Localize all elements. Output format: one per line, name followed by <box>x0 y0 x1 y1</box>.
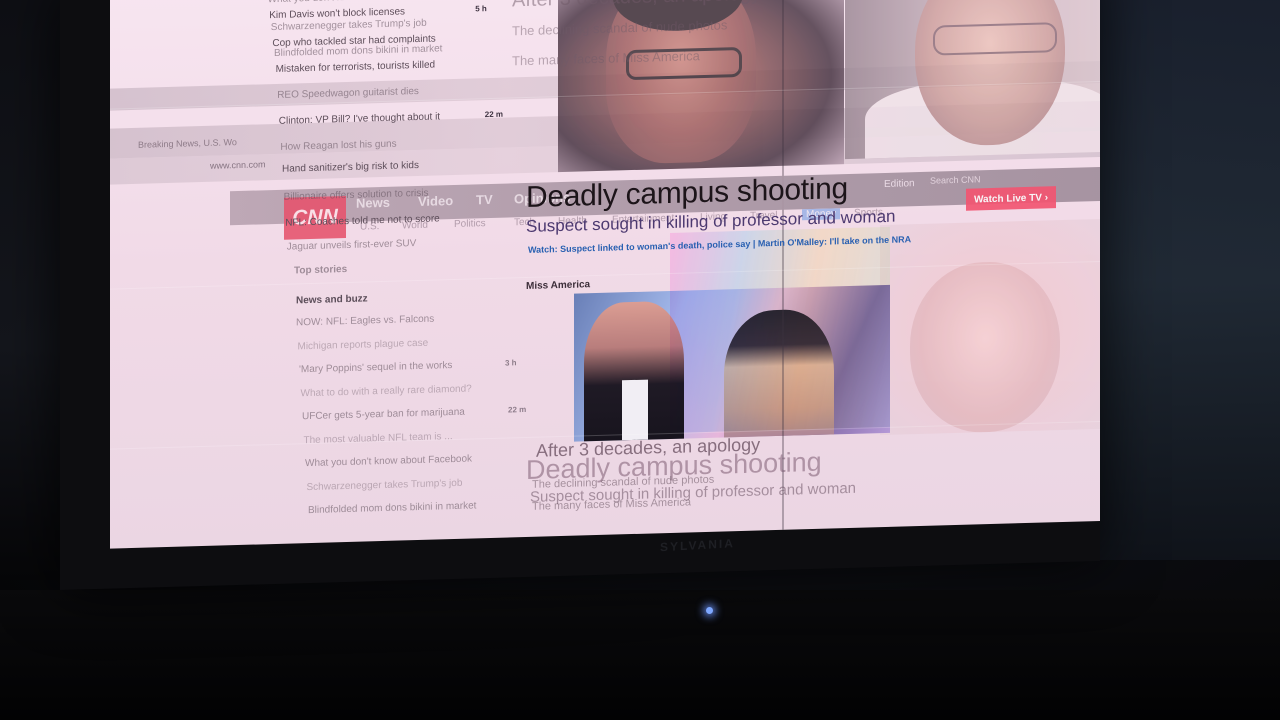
desk-surface <box>0 590 1280 720</box>
sidebar-item-label: What to do with a really rare diamond? <box>300 383 472 399</box>
sidebar-item-label: Michigan reports plague case <box>297 337 429 352</box>
sidebar-bottom-item[interactable]: What to do with a really rare diamond? <box>301 383 472 399</box>
sidebar-bottom-item[interactable]: 'Mary Poppins' sequel in the works 3 h <box>299 358 517 376</box>
sidebar-item-label: UFCer gets 5-year ban for marijuana <box>302 406 465 423</box>
photo-scene: Breaking News, U.S. Wo www.cnn.com The d… <box>0 0 1280 720</box>
browser-url[interactable]: www.cnn.com <box>210 159 266 171</box>
sidebar-item-time: 5 h <box>475 4 487 14</box>
sidebar-item-label: What you don't know about Facebook <box>305 453 473 470</box>
sidebar-item-time: 22 m <box>484 109 504 120</box>
sidebar-bottom-item[interactable]: What you don't know about Facebook <box>305 453 472 469</box>
monitor: Breaking News, U.S. Wo www.cnn.com The d… <box>60 0 1100 590</box>
watch-live-button[interactable]: Watch Live TV › <box>966 186 1056 211</box>
sidebar-item-time: 3 h <box>505 358 517 368</box>
sidebar-item-label: Schwarzenegger takes Trump's job <box>306 477 463 493</box>
sidebar-bottom-item[interactable]: Michigan reports plague case <box>298 337 429 352</box>
sidebar-item-label: 'Mary Poppins' sequel in the works <box>299 360 453 376</box>
monitor-screen: Breaking News, U.S. Wo www.cnn.com The d… <box>110 0 1100 549</box>
sidebar-bottom-item[interactable]: Schwarzenegger takes Trump's job <box>307 477 463 492</box>
sidebar-item-time: 22 m <box>508 404 527 415</box>
subnav-politics[interactable]: Politics <box>454 218 486 230</box>
screen-moire-artifact <box>670 226 890 433</box>
sidebar-item-label: NOW: NFL: Eagles vs. Falcons <box>296 313 435 329</box>
power-led <box>706 607 713 614</box>
dark-room-right <box>1090 0 1280 560</box>
top-stories-heading: Top stories <box>294 263 348 277</box>
sidebar-top-item[interactable]: What you don't know about Facebook <box>268 0 435 5</box>
news-buzz-heading: News and buzz <box>296 293 368 307</box>
sidebar-bottom-item[interactable]: UFCer gets 5-year ban for marijuana 22 m <box>302 405 526 423</box>
photo-ghost-face <box>880 218 1100 436</box>
nav-tv[interactable]: TV <box>476 192 493 207</box>
sidebar-bottom-item[interactable]: Blindfolded mom dons bikini in market <box>308 500 476 516</box>
photo-man-smiling <box>845 0 1100 160</box>
section-label-miss-america: Miss America <box>526 279 591 292</box>
edition-menu[interactable]: Edition <box>884 178 915 190</box>
sidebar-item-label: Jaguar unveils first-ever SUV <box>286 238 417 253</box>
sidebar-item-label: Mistaken for terrorists, tourists killed <box>275 59 436 75</box>
sidebar-top-item[interactable]: Mistaken for terrorists, tourists killed <box>276 60 436 75</box>
sidebar-bottom-item[interactable]: NOW: NFL: Eagles vs. Falcons <box>296 314 434 329</box>
sidebar-item-label: What you don't know about Facebook <box>268 0 435 5</box>
sidebar-top-item[interactable]: Jaguar unveils first-ever SUV <box>287 238 417 253</box>
monitor-brand: SYLVANIA <box>660 536 735 555</box>
sidebar-item-label: Blindfolded mom dons bikini in market <box>308 500 477 517</box>
